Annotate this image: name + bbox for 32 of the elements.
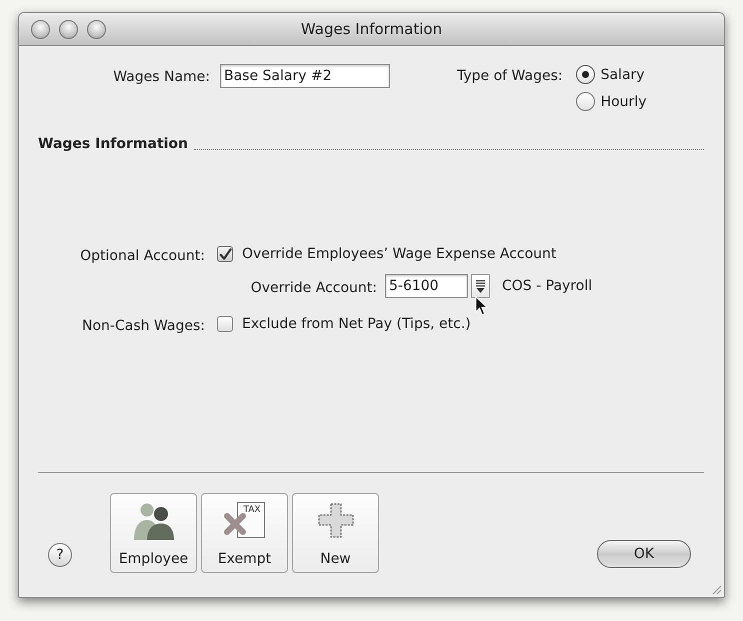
list-arrow-icon [476,280,485,292]
toolbar-button[interactable]: TAX Exempt [201,493,288,573]
zoom-button[interactable] [87,20,106,38]
radio-label: Hourly [600,94,646,110]
checkbox-label: Override Employees’ Wage Expense Account [242,246,556,262]
radio-button[interactable] [576,65,595,84]
ok-button[interactable]: OK [597,540,691,568]
resize-grip-icon[interactable] [710,583,722,595]
account-name: COS - Payroll [502,278,592,294]
field-label: Override Account: [250,280,377,296]
close-button[interactable] [31,20,50,38]
wages-name-field[interactable]: Base Salary #2 [220,64,390,88]
checkbox[interactable] [217,316,233,332]
help-button[interactable]: ? [48,543,72,567]
lookup-button[interactable] [471,274,490,298]
toolbar-button[interactable]: New [292,493,379,573]
pointer-cursor-icon [475,296,488,316]
toolbar-button[interactable]: Employee [110,493,197,573]
window-title: Wages Information [300,20,442,38]
checkmark-icon [218,248,232,260]
account-field[interactable]: 5-6100 [385,274,468,298]
section-title: Wages Information [38,136,188,152]
people-icon [132,502,176,540]
field-label: Wages Name: [113,69,210,85]
radio-button[interactable] [576,92,595,111]
field-label: Non-Cash Wages: [82,318,205,334]
checkbox-label: Exclude from Net Pay (Tips, etc.) [242,316,471,332]
radio-label: Salary [600,66,645,82]
minimize-button[interactable] [59,20,78,38]
field-label: Optional Account: [80,248,205,264]
field-label: Type of Wages: [457,67,563,86]
checkbox[interactable] [217,246,233,262]
